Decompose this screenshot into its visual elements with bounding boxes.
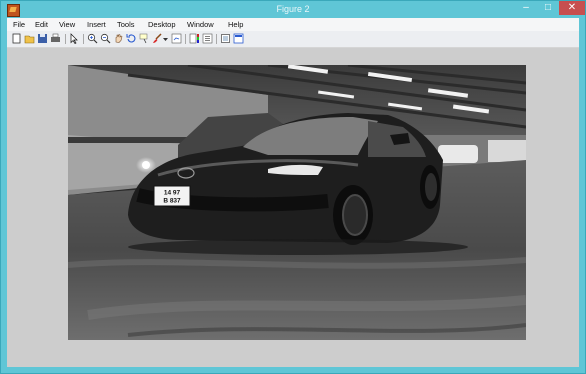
toolbar-separator	[65, 34, 66, 44]
menu-insert[interactable]: Insert	[87, 20, 106, 29]
menu-view[interactable]: View	[59, 20, 75, 29]
save-figure-icon[interactable]	[37, 33, 48, 44]
rotate-3d-icon[interactable]	[126, 33, 137, 44]
menu-window[interactable]: Window	[187, 20, 214, 29]
hide-plot-tools-icon[interactable]	[220, 33, 231, 44]
figure-toolbar	[7, 31, 579, 48]
print-figure-icon[interactable]	[50, 33, 61, 44]
menu-tools[interactable]: Tools	[117, 20, 135, 29]
menu-file[interactable]: File	[13, 20, 25, 29]
insert-colorbar-icon[interactable]	[189, 33, 200, 44]
menu-edit[interactable]: Edit	[35, 20, 48, 29]
show-plot-tools-icon[interactable]	[233, 33, 244, 44]
open-file-icon[interactable]	[24, 33, 35, 44]
edit-plot-icon[interactable]	[69, 33, 80, 44]
menu-help[interactable]: Help	[228, 20, 243, 29]
close-button[interactable]: ✕	[559, 1, 585, 15]
menu-bar: File Edit View Insert Tools Desktop Wind…	[7, 18, 579, 31]
link-plot-icon[interactable]	[171, 33, 182, 44]
data-cursor-icon[interactable]	[139, 33, 150, 44]
menu-desktop[interactable]: Desktop	[148, 20, 176, 29]
car-photo-svg: 14 97 B 837	[68, 65, 526, 340]
license-plate-line2: B 837	[163, 198, 181, 205]
figure-window: Figure 2 – □ ✕ File Edit View Insert Too…	[0, 0, 586, 374]
title-bar[interactable]: Figure 2 – □ ✕	[1, 1, 585, 18]
window-title: Figure 2	[276, 4, 310, 14]
brush-dropdown-icon[interactable]	[162, 33, 169, 44]
minimize-button[interactable]: –	[515, 1, 537, 15]
zoom-out-icon[interactable]	[100, 33, 111, 44]
zoom-in-icon[interactable]	[87, 33, 98, 44]
insert-legend-icon[interactable]	[202, 33, 213, 44]
toolbar-separator	[83, 34, 84, 44]
pan-icon[interactable]	[113, 33, 124, 44]
license-plate-line1: 14 97	[164, 190, 181, 197]
toolbar-separator	[185, 34, 186, 44]
new-figure-icon[interactable]	[11, 33, 22, 44]
car-photo-image[interactable]: 14 97 B 837	[68, 65, 526, 340]
maximize-button[interactable]: □	[537, 1, 559, 15]
figure-client-area: File Edit View Insert Tools Desktop Wind…	[7, 18, 579, 367]
figure-canvas[interactable]: 14 97 B 837	[7, 48, 579, 367]
toolbar-separator	[216, 34, 217, 44]
